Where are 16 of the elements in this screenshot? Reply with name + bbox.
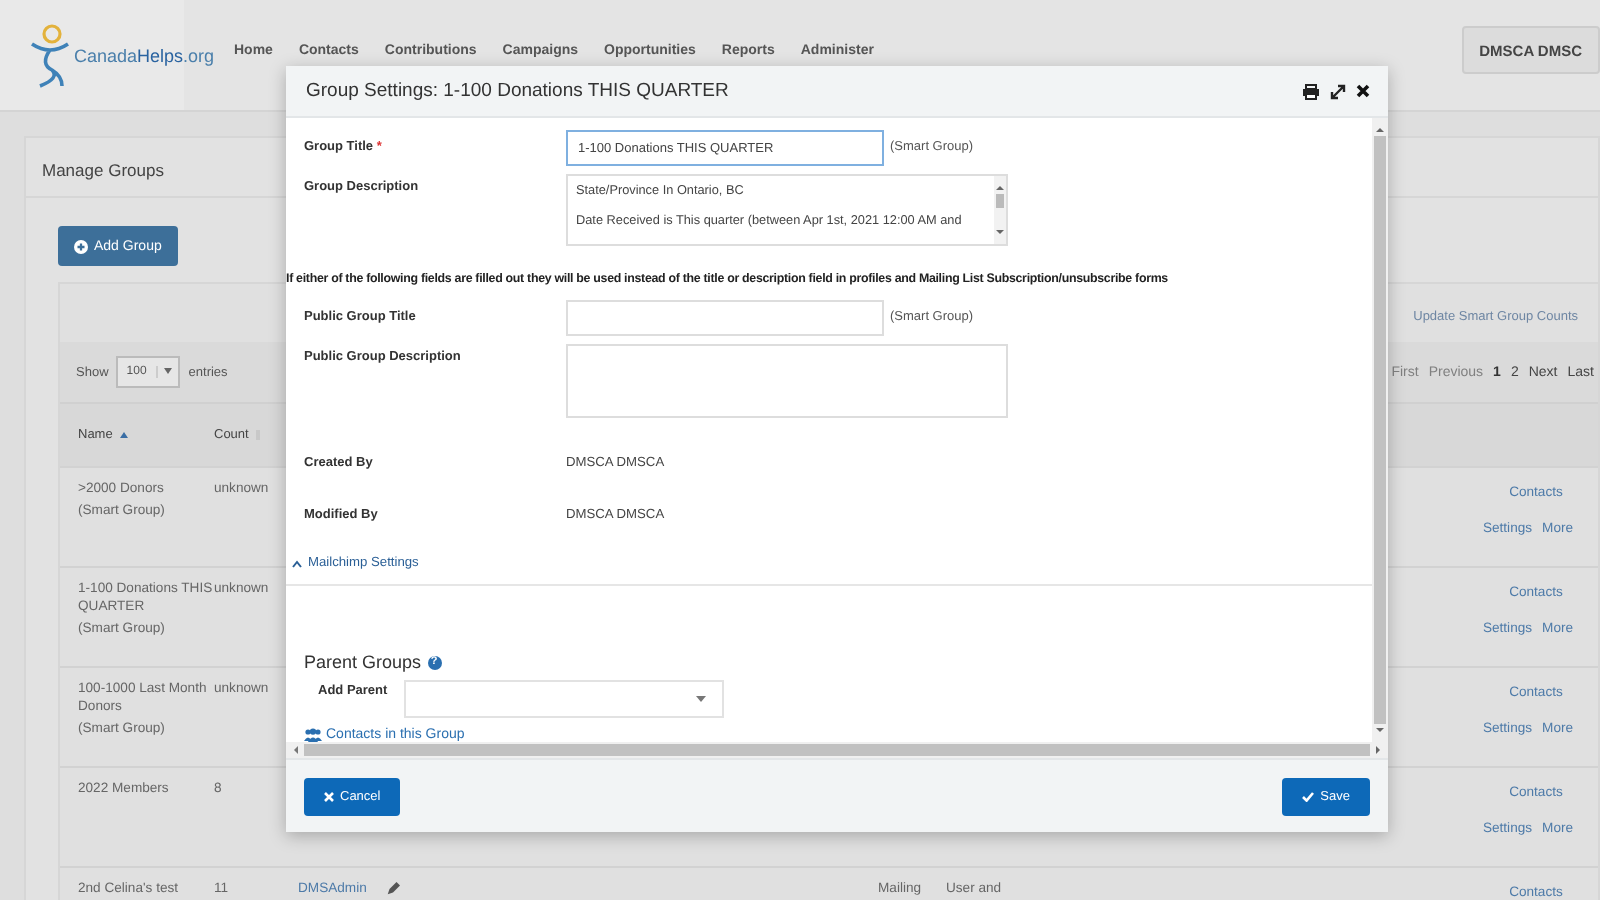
person-logo-icon <box>28 23 72 87</box>
people-icon <box>304 728 322 742</box>
dropdown-caret-icon <box>696 696 706 702</box>
logo-text[interactable]: CanadaHelps.org <box>74 45 215 65</box>
caret-icon <box>292 559 302 567</box>
checkmark-icon <box>1302 791 1315 801</box>
dialog-title: Group Settings: 1-100 Donations THIS QUARTER <box>306 80 729 102</box>
dropdown-caret-icon <box>164 368 173 374</box>
close-icon <box>324 791 334 801</box>
pencil-icon[interactable] <box>386 882 401 896</box>
print-icon[interactable] <box>1302 83 1320 99</box>
plus-circle-icon <box>74 239 88 253</box>
expand-icon[interactable] <box>1330 83 1346 99</box>
text-input[interactable] <box>566 300 884 336</box>
close-icon[interactable] <box>1356 84 1370 98</box>
parent-groups-heading: Parent Groups <box>304 652 422 672</box>
